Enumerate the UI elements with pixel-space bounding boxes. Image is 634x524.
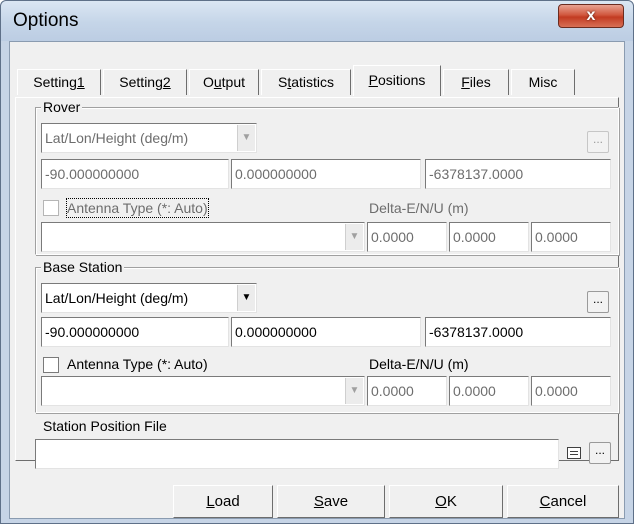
ok-button[interactable]: OK (389, 485, 503, 518)
rover-delta-u-field[interactable]: 0.0000 (531, 222, 611, 252)
base-delta-e-field[interactable]: 0.0000 (367, 376, 447, 406)
rover-antenna-checkbox[interactable] (43, 200, 59, 216)
base-delta-label: Delta-E/N/U (m) (369, 356, 469, 372)
tab-setting2[interactable]: Setting2 (103, 69, 187, 95)
tab-output[interactable]: Output (189, 69, 259, 95)
chevron-down-icon: ▼ (237, 125, 255, 151)
tab-strip: Setting1 Setting2 Output Statistics Posi… (17, 65, 617, 96)
tab-misc[interactable]: Misc (511, 69, 575, 95)
tab-statistics[interactable]: Statistics (261, 69, 351, 95)
view-file-icon[interactable] (567, 447, 581, 459)
rover-format-select[interactable]: Lat/Lon/Height (deg/m) ▼ (41, 123, 257, 153)
rover-antenna-select[interactable]: ▼ (41, 222, 365, 252)
rover-delta-n-field[interactable]: 0.0000 (449, 222, 529, 252)
base-pos2-field[interactable]: 0.000000000 (231, 317, 421, 347)
rover-antenna-label: Antenna Type (*: Auto) (66, 198, 209, 218)
base-delta-u-field[interactable]: 0.0000 (531, 376, 611, 406)
base-pos3-field[interactable]: -6378137.0000 (425, 317, 611, 347)
tab-setting1[interactable]: Setting1 (17, 69, 101, 95)
base-antenna-select[interactable]: ▼ (41, 376, 365, 406)
rover-pos1-field[interactable]: -90.000000000 (41, 159, 229, 189)
base-delta-n-field[interactable]: 0.0000 (449, 376, 529, 406)
base-browse-button[interactable]: ... (587, 291, 609, 313)
rover-pos2-field[interactable]: 0.000000000 (231, 159, 421, 189)
base-pos1-field[interactable]: -90.000000000 (41, 317, 229, 347)
close-icon: x (586, 7, 596, 24)
rover-group-label: Rover (41, 99, 83, 115)
options-dialog: Options x Setting1 Setting2 Output Stati… (0, 0, 634, 524)
rover-pos3-field[interactable]: -6378137.0000 (425, 159, 611, 189)
save-button[interactable]: Save (277, 485, 385, 518)
tab-positions[interactable]: Positions (353, 65, 441, 96)
window-title: Options (13, 10, 79, 31)
chevron-down-icon: ▼ (345, 224, 363, 250)
tab-files[interactable]: Files (443, 69, 509, 95)
base-antenna-checkbox[interactable] (43, 357, 59, 373)
cancel-button[interactable]: Cancel (507, 485, 619, 518)
station-position-file-label: Station Position File (43, 418, 167, 434)
title-bar[interactable]: Options x (1, 1, 633, 41)
chevron-down-icon: ▼ (345, 378, 363, 404)
base-station-group-label: Base Station (41, 259, 125, 275)
base-antenna-label: Antenna Type (*: Auto) (67, 356, 208, 372)
station-position-file-field[interactable] (35, 439, 559, 469)
station-file-browse-button[interactable]: ... (589, 442, 611, 464)
rover-delta-e-field[interactable]: 0.0000 (367, 222, 447, 252)
chevron-down-icon: ▼ (237, 285, 255, 311)
rover-delta-label: Delta-E/N/U (m) (369, 200, 469, 216)
base-format-select[interactable]: Lat/Lon/Height (deg/m) ▼ (41, 283, 257, 313)
rover-browse-button[interactable]: ... (587, 131, 609, 153)
load-button[interactable]: Load (173, 485, 273, 518)
close-button[interactable]: x (558, 4, 624, 28)
